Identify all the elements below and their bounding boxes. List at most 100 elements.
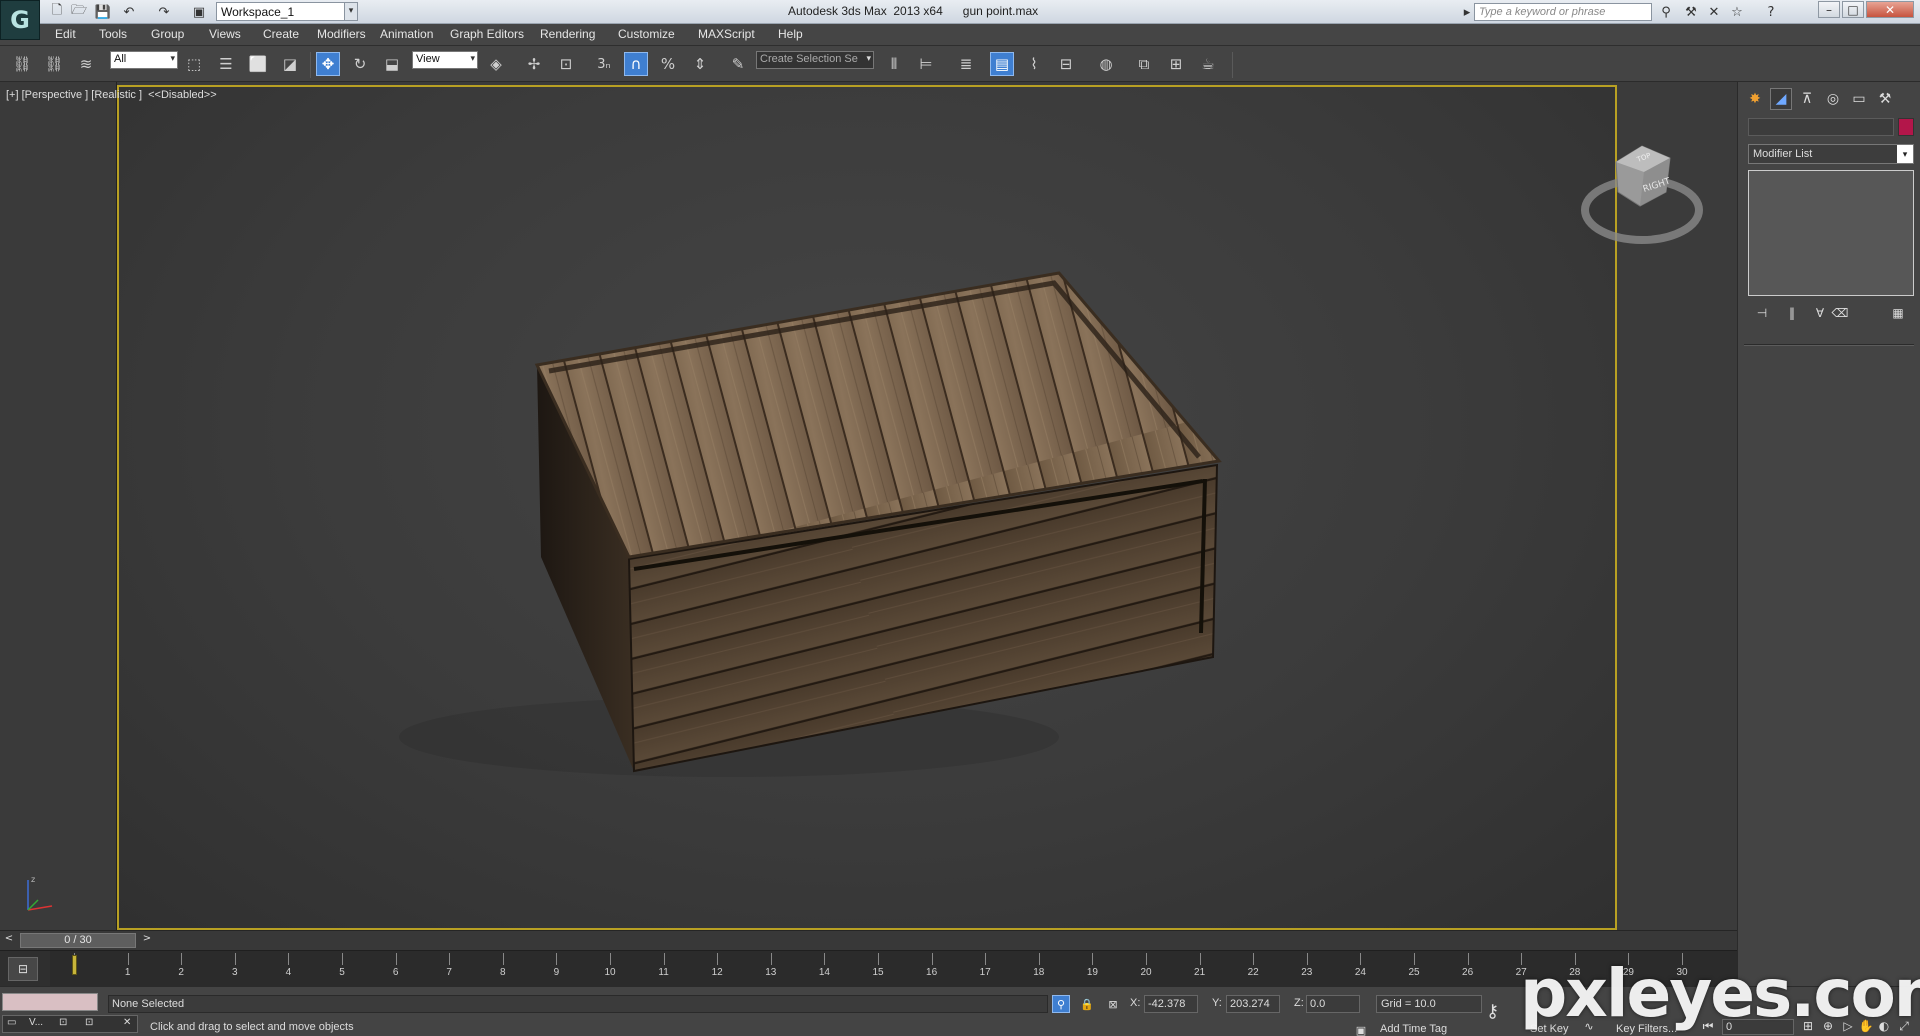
modifier-stack[interactable]	[1748, 170, 1914, 296]
bind-to-space-warp-icon[interactable]: ≋	[74, 52, 98, 76]
menu-rendering[interactable]: Rendering	[540, 27, 595, 41]
perspective-viewport[interactable]	[117, 85, 1617, 930]
new-file-icon[interactable]: 🗋	[48, 3, 66, 21]
favorites-icon[interactable]: ☆	[1728, 3, 1746, 21]
named-selection-input[interactable]: Create Selection Se ▾	[756, 51, 874, 69]
unlink-selection-icon[interactable]: ⛓	[42, 52, 66, 76]
create-tab-icon[interactable]: ✸	[1744, 88, 1766, 110]
keyboard-shortcut-override-icon[interactable]: ⊡	[554, 52, 578, 76]
schematic-view-icon[interactable]: ⊟	[1054, 52, 1078, 76]
scene-tab[interactable]: V...	[29, 1017, 43, 1031]
utilities-tab-icon[interactable]: ⚒	[1874, 88, 1896, 110]
wooden-crate-model[interactable]	[119, 87, 1617, 930]
open-file-icon[interactable]: 🗁	[70, 3, 88, 21]
angle-snap-icon[interactable]: ∩	[624, 52, 648, 76]
menu-views[interactable]: Views	[209, 27, 241, 41]
curve-editor-icon[interactable]: ⌇	[1022, 52, 1046, 76]
snaps-toggle-icon[interactable]: 3ₙ	[592, 52, 616, 76]
pivot-center-icon[interactable]: ◈	[484, 52, 508, 76]
previous-frame-icon[interactable]: <	[2, 933, 16, 948]
object-color-swatch[interactable]	[1898, 118, 1914, 136]
hierarchy-tab-icon[interactable]: ⊼	[1796, 88, 1818, 110]
help-icon[interactable]: ?	[1762, 3, 1780, 21]
graphite-modeling-tools-icon[interactable]: ▤	[990, 52, 1014, 76]
make-unique-icon[interactable]: ∀	[1810, 304, 1830, 322]
z-coord-field[interactable]: 0.0	[1306, 995, 1360, 1013]
show-end-result-icon[interactable]: ‖	[1782, 304, 1802, 322]
rendered-frame-window-icon[interactable]: ⊞	[1164, 52, 1188, 76]
menu-group[interactable]: Group	[151, 27, 184, 41]
window-crossing-icon[interactable]: ◪	[278, 52, 302, 76]
spinner-snap-icon[interactable]: ⇕	[688, 52, 712, 76]
isolate-selection-icon[interactable]: ⚲	[1052, 995, 1070, 1013]
pin-stack-icon[interactable]: ⊣	[1752, 304, 1772, 322]
restore-icon[interactable]: ⊡	[59, 1017, 67, 1031]
binoculars-icon[interactable]: ⚲	[1657, 3, 1675, 21]
selection-lock-icon[interactable]: 🔒	[1078, 995, 1096, 1013]
quick-access-dropdown-icon[interactable]: ▾	[344, 2, 358, 21]
menu-tools[interactable]: Tools	[99, 27, 127, 41]
menu-animation[interactable]: Animation	[380, 27, 433, 41]
window-icon[interactable]: ▭	[7, 1017, 16, 1031]
close-icon[interactable]: ✕	[123, 1017, 131, 1031]
key-icon[interactable]: ⚷	[1486, 1001, 1499, 1022]
select-manipulate-icon[interactable]: ✢	[522, 52, 546, 76]
menu-maxscript[interactable]: MAXScript	[698, 27, 755, 41]
menu-customize[interactable]: Customize	[618, 27, 675, 41]
next-frame-icon[interactable]: >	[140, 933, 154, 948]
menu-help[interactable]: Help	[778, 27, 803, 41]
select-and-scale-icon[interactable]: ⬓	[380, 52, 404, 76]
track-ruler[interactable]: 1 2 3 4 5 6 7 8 9 10 11 12 13 14 15 16 17 18 19 20 21 22 23 24 2…	[50, 951, 1737, 987]
maximize-button[interactable]: □	[1842, 1, 1864, 18]
time-tag-icon[interactable]: ▣	[1352, 1021, 1370, 1036]
select-object-icon[interactable]: ⬚	[182, 52, 206, 76]
y-coord-field[interactable]: 203.274	[1226, 995, 1280, 1013]
app-logo-icon[interactable]: G	[0, 0, 40, 40]
motion-tab-icon[interactable]: ◎	[1822, 88, 1844, 110]
object-name-field[interactable]	[1748, 118, 1894, 136]
configure-modifier-sets-icon[interactable]: ▦	[1888, 304, 1908, 322]
search-input[interactable]: Type a keyword or phrase	[1474, 3, 1652, 21]
percent-snap-icon[interactable]: %	[656, 52, 680, 76]
menu-create[interactable]: Create	[263, 27, 299, 41]
undo-icon[interactable]: ↶	[120, 3, 138, 21]
subscription-icon[interactable]: ⚒	[1682, 3, 1700, 21]
time-slider-thumb[interactable]: 0 / 30	[20, 933, 136, 948]
modifier-list-dropdown[interactable]: Modifier List ▾	[1748, 144, 1914, 164]
align-icon[interactable]: ⊨	[914, 52, 938, 76]
absolute-mode-icon[interactable]: ⊠	[1104, 995, 1122, 1013]
save-file-icon[interactable]: 💾	[94, 3, 112, 21]
redo-icon[interactable]: ↷	[155, 3, 173, 21]
workspace-dropdown[interactable]: Workspace_1 ▾	[216, 2, 358, 21]
render-production-icon[interactable]: ☕	[1196, 52, 1220, 76]
render-setup-icon[interactable]: ⧉	[1132, 52, 1156, 76]
open-mini-curve-editor-icon[interactable]: ⊟	[8, 957, 38, 981]
x-coord-field[interactable]: -42.378	[1144, 995, 1198, 1013]
communication-icon[interactable]: ✕	[1705, 3, 1723, 21]
close-button[interactable]: ✕	[1866, 1, 1914, 18]
menu-modifiers[interactable]: Modifiers	[317, 27, 366, 41]
menu-edit[interactable]: Edit	[55, 27, 76, 41]
maxscript-listener-field[interactable]	[2, 993, 98, 1011]
select-and-move-icon[interactable]: ✥	[316, 52, 340, 76]
menu-graph-editors[interactable]: Graph Editors	[450, 27, 524, 41]
viewcube[interactable]: RIGHT TOP	[1580, 140, 1705, 250]
reference-coordinate-dropdown[interactable]: View ▾	[412, 51, 478, 69]
project-folder-icon[interactable]: ▣	[190, 3, 208, 21]
minimize-button[interactable]: –	[1818, 1, 1840, 18]
material-editor-icon[interactable]: ◍	[1094, 52, 1118, 76]
viewport-label[interactable]: [+] [Perspective ] [Realistic ] <<Disabl…	[6, 89, 217, 101]
maximize-icon[interactable]: ⊡	[85, 1017, 93, 1031]
mirror-icon[interactable]: ⫴	[882, 52, 906, 76]
rectangular-selection-icon[interactable]: ⬜	[246, 52, 270, 76]
display-tab-icon[interactable]: ▭	[1848, 88, 1870, 110]
select-and-link-icon[interactable]: ⛓	[10, 52, 34, 76]
edit-named-selection-icon[interactable]: ✎	[726, 52, 750, 76]
selection-filter-dropdown[interactable]: All ▾	[110, 51, 178, 69]
add-time-tag[interactable]: Add Time Tag	[1380, 1023, 1447, 1035]
remove-modifier-icon[interactable]: ⌫	[1830, 304, 1850, 322]
select-and-rotate-icon[interactable]: ↻	[348, 52, 372, 76]
modify-tab-icon[interactable]: ◢	[1770, 88, 1792, 110]
layer-manager-icon[interactable]: ≣	[954, 52, 978, 76]
select-by-name-icon[interactable]: ☰	[214, 52, 238, 76]
